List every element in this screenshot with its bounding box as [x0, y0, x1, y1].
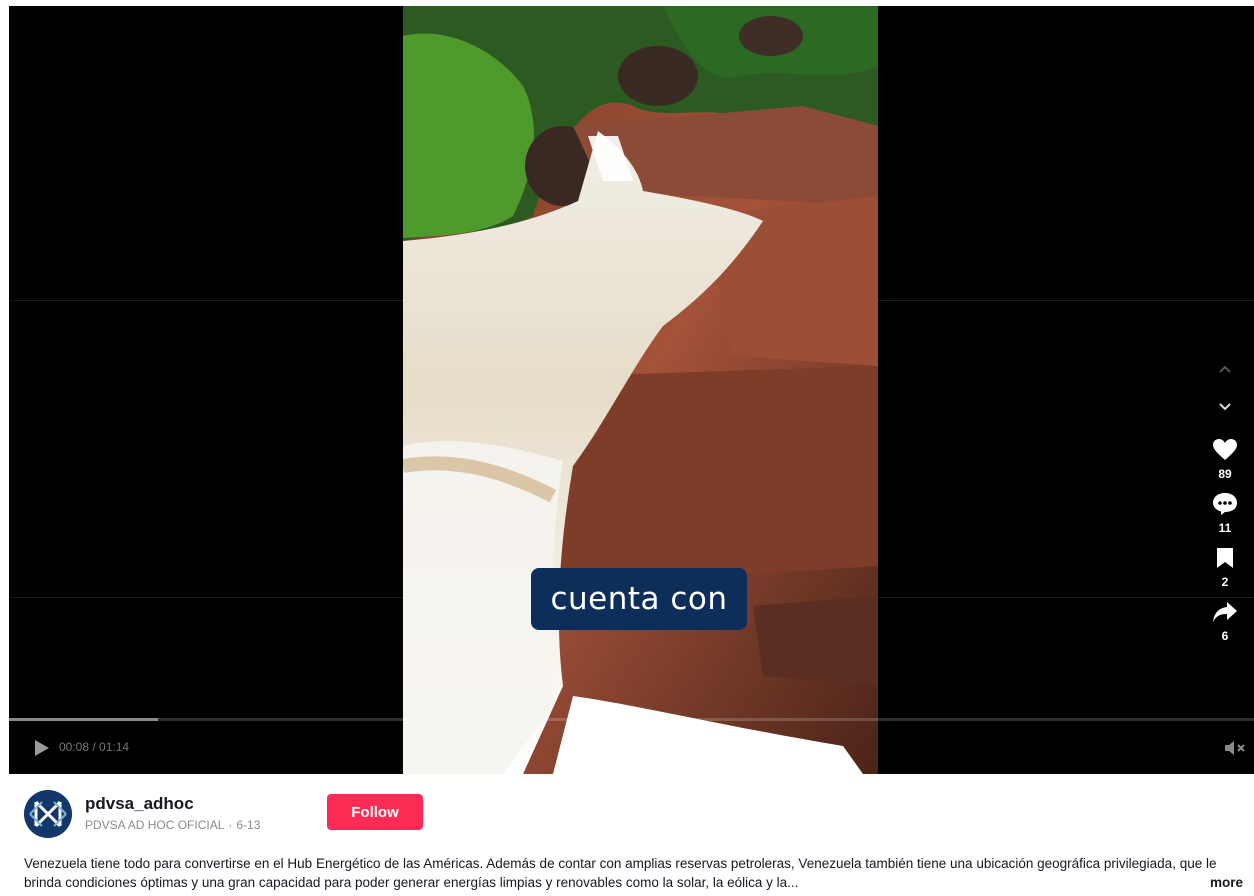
bookmark-count: 2 — [1221, 575, 1229, 589]
time-display: 00:08 / 01:14 — [59, 740, 130, 754]
play-button[interactable] — [33, 738, 51, 758]
username[interactable]: pdvsa_adhoc — [85, 794, 194, 814]
comment-count: 11 — [1218, 521, 1232, 535]
video-player[interactable]: cuenta con 00:08 / 01:14 89 11 2 6 — [9, 6, 1254, 774]
heart-icon — [1213, 439, 1237, 460]
video-frame[interactable] — [403, 6, 878, 774]
chevron-up-icon — [1219, 365, 1231, 373]
comment-button[interactable] — [1205, 488, 1245, 520]
follow-button[interactable]: Follow — [327, 794, 423, 830]
pdvsa-logo-icon — [24, 790, 72, 838]
post-date: 6-13 — [236, 818, 261, 832]
more-link[interactable]: more — [1210, 873, 1243, 892]
separator: · — [228, 818, 233, 832]
chevron-down-icon — [1219, 403, 1231, 411]
video-info-panel: pdvsa_adhoc PDVSA AD HOC OFICIAL · 6-13 … — [0, 774, 1254, 896]
progress-fill — [9, 718, 159, 721]
author-subline: PDVSA AD HOC OFICIAL · 6-13 — [85, 818, 260, 832]
waterfall-video-image — [403, 6, 878, 774]
next-video-button[interactable] — [1211, 394, 1239, 420]
play-icon — [35, 740, 49, 756]
video-description: Venezuela tiene todo para convertirse en… — [24, 856, 1217, 890]
bookmark-icon — [1217, 548, 1233, 568]
comment-icon — [1213, 493, 1237, 515]
like-count: 89 — [1218, 467, 1232, 481]
previous-video-button[interactable] — [1211, 356, 1239, 382]
mute-icon — [1225, 741, 1245, 755]
display-name: PDVSA AD HOC OFICIAL — [85, 818, 225, 832]
action-rail: 89 11 2 6 — [1199, 356, 1251, 650]
progress-bar[interactable] — [9, 718, 1254, 721]
share-icon — [1213, 602, 1237, 622]
like-button[interactable] — [1205, 434, 1245, 466]
mute-button[interactable] — [1223, 738, 1247, 758]
bookmark-button[interactable] — [1205, 542, 1245, 574]
share-button[interactable] — [1205, 596, 1245, 628]
share-count: 6 — [1221, 629, 1229, 643]
subtitle-caption: cuenta con — [531, 568, 747, 630]
avatar[interactable] — [24, 790, 72, 838]
